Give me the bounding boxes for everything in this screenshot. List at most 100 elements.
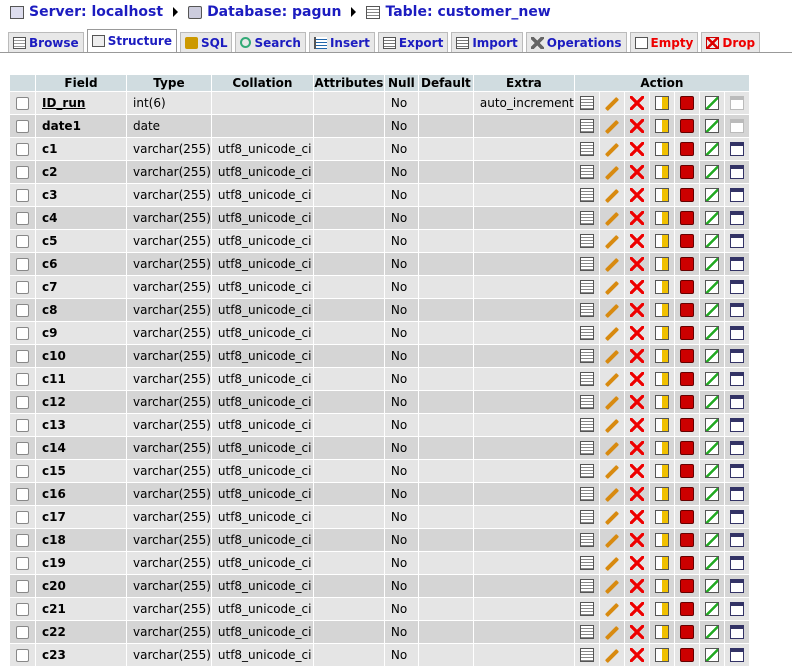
browse-distinct-icon[interactable] [579,625,594,640]
row-checkbox[interactable] [16,235,29,248]
browse-distinct-icon[interactable] [579,349,594,364]
browse-distinct-icon[interactable] [579,579,594,594]
row-checkbox[interactable] [16,212,29,225]
index-icon[interactable] [704,602,719,617]
primary-key-icon[interactable] [654,579,669,594]
primary-key-icon[interactable] [654,648,669,663]
tab-insert[interactable]: Insert [308,32,375,52]
primary-key-icon[interactable] [654,510,669,525]
primary-key-icon[interactable] [654,142,669,157]
fulltext-icon[interactable] [729,119,744,134]
delete-icon[interactable] [629,579,644,594]
fulltext-icon[interactable] [729,280,744,295]
edit-icon[interactable] [604,602,619,617]
primary-key-icon[interactable] [654,602,669,617]
tab-operations[interactable]: Operations [525,32,627,52]
row-checkbox[interactable] [16,534,29,547]
breadcrumb-table[interactable]: Table: customer_new [366,4,551,20]
database-label[interactable]: Database: pagun [207,4,341,20]
primary-key-icon[interactable] [654,280,669,295]
edit-icon[interactable] [604,349,619,364]
unique-icon[interactable] [679,510,694,525]
browse-distinct-icon[interactable] [579,602,594,617]
delete-icon[interactable] [629,533,644,548]
delete-icon[interactable] [629,303,644,318]
delete-icon[interactable] [629,326,644,341]
unique-icon[interactable] [679,487,694,502]
edit-icon[interactable] [604,280,619,295]
browse-distinct-icon[interactable] [579,119,594,134]
browse-distinct-icon[interactable] [579,395,594,410]
row-checkbox[interactable] [16,511,29,524]
row-checkbox[interactable] [16,557,29,570]
index-icon[interactable] [704,464,719,479]
index-icon[interactable] [704,372,719,387]
row-checkbox[interactable] [16,327,29,340]
unique-icon[interactable] [679,165,694,180]
edit-icon[interactable] [604,142,619,157]
edit-icon[interactable] [604,418,619,433]
unique-icon[interactable] [679,533,694,548]
primary-key-icon[interactable] [654,326,669,341]
fulltext-icon[interactable] [729,303,744,318]
delete-icon[interactable] [629,234,644,249]
browse-distinct-icon[interactable] [579,372,594,387]
browse-distinct-icon[interactable] [579,142,594,157]
browse-distinct-icon[interactable] [579,188,594,203]
unique-icon[interactable] [679,556,694,571]
edit-icon[interactable] [604,556,619,571]
edit-icon[interactable] [604,96,619,111]
breadcrumb-server[interactable]: Server: localhost [10,4,163,20]
row-checkbox[interactable] [16,189,29,202]
row-checkbox[interactable] [16,143,29,156]
browse-distinct-icon[interactable] [579,510,594,525]
fulltext-icon[interactable] [729,533,744,548]
primary-key-icon[interactable] [654,303,669,318]
fulltext-icon[interactable] [729,464,744,479]
primary-key-icon[interactable] [654,119,669,134]
delete-icon[interactable] [629,464,644,479]
index-icon[interactable] [704,142,719,157]
delete-icon[interactable] [629,372,644,387]
unique-icon[interactable] [679,142,694,157]
fulltext-icon[interactable] [729,142,744,157]
delete-icon[interactable] [629,142,644,157]
edit-icon[interactable] [604,303,619,318]
index-icon[interactable] [704,648,719,663]
fulltext-icon[interactable] [729,188,744,203]
delete-icon[interactable] [629,648,644,663]
delete-icon[interactable] [629,119,644,134]
primary-key-icon[interactable] [654,464,669,479]
unique-icon[interactable] [679,648,694,663]
delete-icon[interactable] [629,510,644,525]
primary-key-icon[interactable] [654,188,669,203]
index-icon[interactable] [704,533,719,548]
index-icon[interactable] [704,280,719,295]
tab-structure[interactable]: Structure [86,29,177,52]
tab-empty[interactable]: Empty [629,32,699,52]
browse-distinct-icon[interactable] [579,441,594,456]
unique-icon[interactable] [679,119,694,134]
delete-icon[interactable] [629,349,644,364]
primary-key-icon[interactable] [654,96,669,111]
delete-icon[interactable] [629,395,644,410]
index-icon[interactable] [704,487,719,502]
row-checkbox[interactable] [16,442,29,455]
primary-key-icon[interactable] [654,625,669,640]
unique-icon[interactable] [679,234,694,249]
delete-icon[interactable] [629,165,644,180]
tab-browse[interactable]: Browse [8,32,84,52]
browse-distinct-icon[interactable] [579,257,594,272]
primary-key-icon[interactable] [654,211,669,226]
delete-icon[interactable] [629,96,644,111]
index-icon[interactable] [704,625,719,640]
primary-key-icon[interactable] [654,165,669,180]
primary-key-icon[interactable] [654,372,669,387]
edit-icon[interactable] [604,510,619,525]
fulltext-icon[interactable] [729,441,744,456]
fulltext-icon[interactable] [729,648,744,663]
browse-distinct-icon[interactable] [579,648,594,663]
table-label[interactable]: Table: customer_new [385,4,550,20]
row-checkbox[interactable] [16,396,29,409]
browse-distinct-icon[interactable] [579,211,594,226]
